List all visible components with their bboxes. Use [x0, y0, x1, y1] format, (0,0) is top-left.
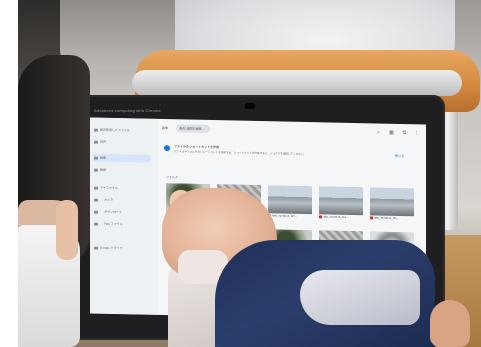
banner-description: ファイルやフォルダのショートカットを作成する、ショートカットを作成すると、ジョブ… [174, 150, 307, 157]
download-icon [94, 210, 98, 214]
video-icon [94, 168, 98, 172]
photo-filename: IMG_20211116_113... [323, 215, 349, 220]
camera-icon [94, 198, 98, 202]
photo-filename: IMG_20211116_115... [272, 214, 298, 219]
sidebar-item-label[interactable]: 最近使用したファイル [100, 128, 130, 133]
sidebar-item-label[interactable]: ダウンロード [104, 210, 122, 214]
photo-caption: IMG_20211116_113... [319, 215, 363, 223]
photo-caption: IMG_20211116_115... [268, 214, 312, 222]
photo-thumbnail [370, 187, 414, 217]
banner-dismiss-link[interactable]: 閉じる [395, 154, 404, 158]
filter-chip-label: 過去1週間の画像 [179, 126, 202, 131]
sort-icon[interactable]: ⇅ [402, 130, 407, 136]
more-icon[interactable]: ⋮ [414, 130, 419, 136]
shortcut-banner: ファイルをショートカットを作成 ファイルやフォルダのショートカットを作成する、シ… [158, 141, 426, 173]
classroom-photo: Advanced computing with Chrome acer 最近使用… [0, 0, 481, 347]
files-toolbar: 画像 過去1週間の画像 ⌕ ▦ ⇅ ⋮ [158, 119, 426, 145]
computer-icon [94, 186, 98, 190]
chair-frame [132, 70, 462, 96]
child-hand-right [430, 300, 470, 347]
clock-icon [94, 128, 98, 132]
info-icon [164, 145, 170, 152]
photo-thumbnail [268, 185, 312, 215]
photo-tile[interactable]: IMG_20211116_115... [268, 185, 312, 222]
sidebar-item-label[interactable]: Play ファイル [104, 222, 123, 226]
child-hand-edge [56, 200, 78, 260]
sidebar-item-label[interactable]: 音声 [100, 140, 106, 144]
files-sidebar: 最近使用したファイル 音声画像動画マイファイル カメラダウンロード Play ファイル… [90, 117, 158, 315]
audio-icon [94, 140, 98, 144]
breadcrumb[interactable]: 画像 [162, 126, 168, 130]
search-icon[interactable]: ⌕ [376, 129, 381, 135]
photo-tile[interactable]: IMG_20211116_115... [370, 187, 414, 224]
section-label: フォルダ [166, 175, 179, 180]
photo-tile[interactable]: IMG_20211116_113... [319, 186, 363, 223]
photo-filename: IMG_20211116_115... [374, 216, 400, 221]
image-icon [94, 156, 98, 160]
photo-caption: IMG_20211116_115... [370, 216, 414, 224]
sidebar-item-label[interactable]: カメラ [104, 198, 113, 202]
sidebar-item-label[interactable]: 動画 [100, 168, 106, 172]
image-file-icon [319, 215, 322, 219]
drive-icon [94, 246, 98, 250]
photo-thumbnail [319, 186, 363, 216]
sidebar-item-label[interactable]: マイファイル [100, 186, 118, 190]
sidebar-item-label[interactable]: Google ドライブ [100, 246, 123, 250]
webcam [245, 103, 255, 109]
play-icon [94, 222, 98, 226]
sleeve-cuff [300, 270, 420, 325]
grid-view-icon[interactable]: ▦ [389, 130, 394, 136]
image-file-icon [370, 216, 373, 220]
laptop-brand-text: Advanced computing with Chrome [94, 108, 161, 113]
sidebar-item-label[interactable]: 画像 [100, 156, 106, 160]
